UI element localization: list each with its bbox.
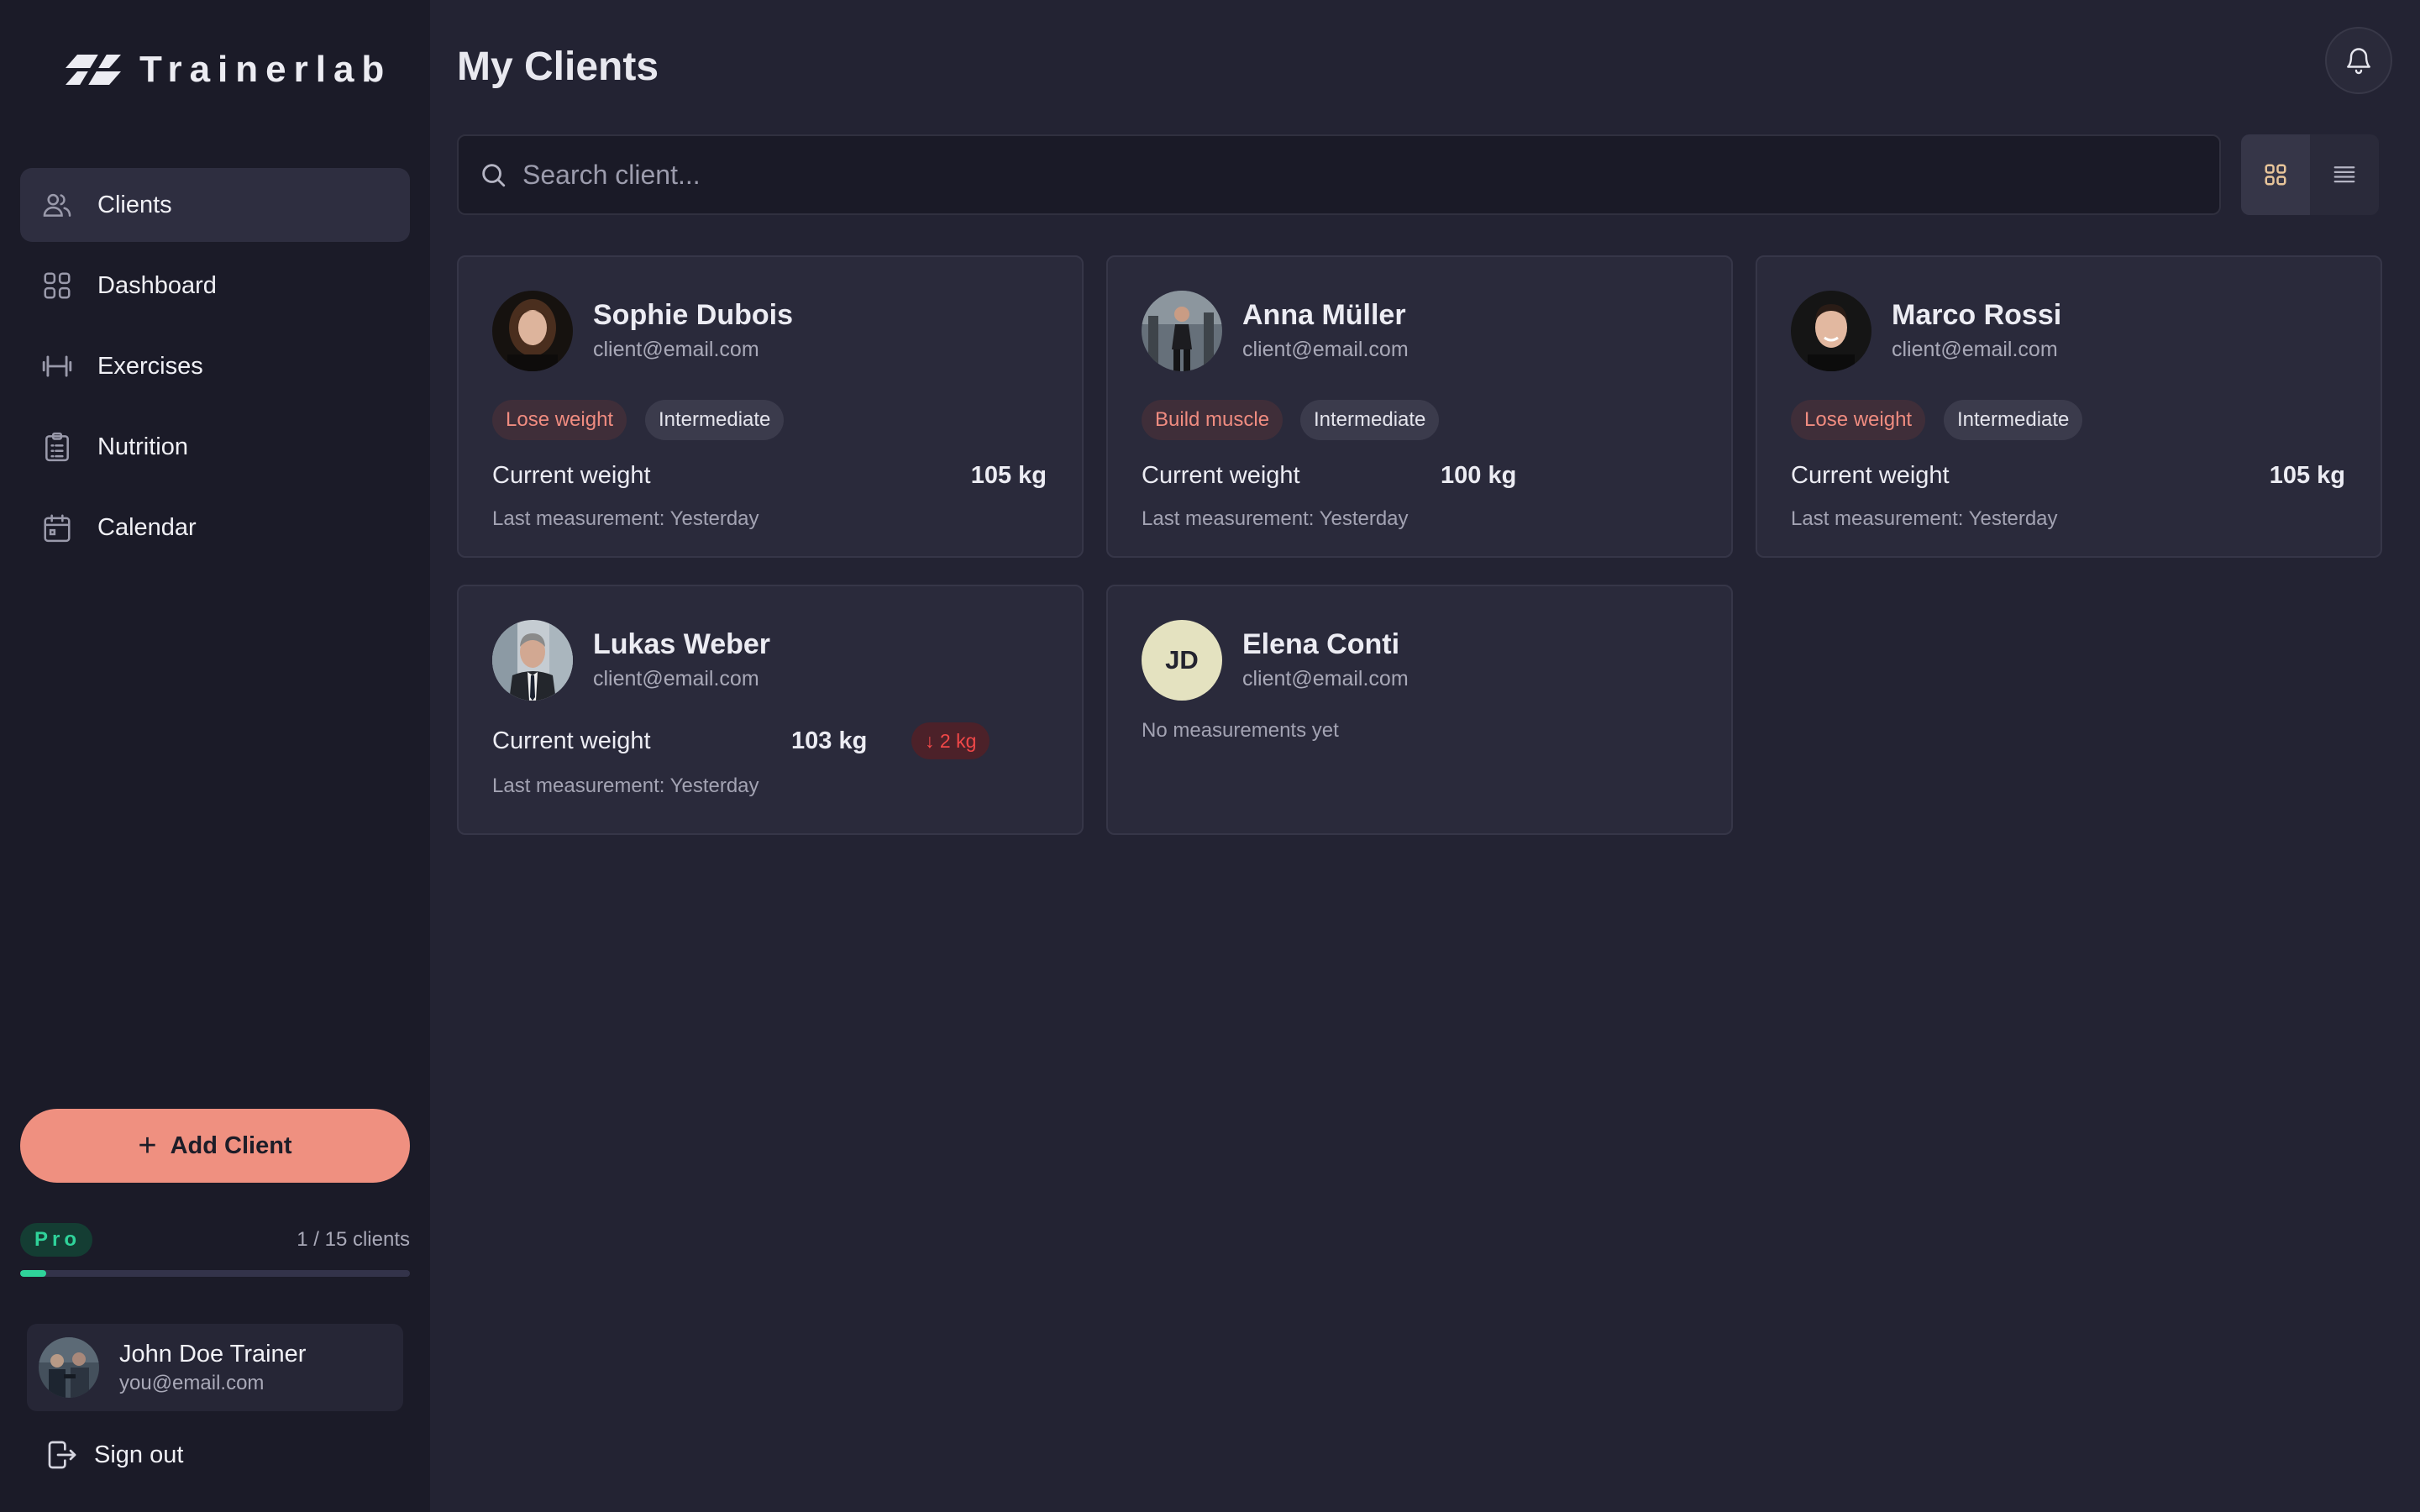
goal-tag: Build muscle (1142, 400, 1283, 440)
client-email: client@email.com (1242, 338, 1409, 361)
goal-tag: Lose weight (1791, 400, 1926, 440)
add-client-label: Add Client (170, 1131, 292, 1159)
avatar (1142, 291, 1222, 371)
last-measurement: Last measurement: Yesterday (1791, 507, 2058, 530)
search-input[interactable] (521, 158, 2187, 192)
sidebar-item-exercises[interactable]: Exercises (20, 329, 410, 403)
plan-progress-fill (20, 1270, 46, 1277)
client-name: Lukas Weber (593, 628, 771, 660)
weight-value: 105 kg (2269, 462, 2345, 489)
client-email: client@email.com (593, 338, 759, 361)
page-title: My Clients (457, 45, 659, 89)
sign-out-icon (48, 1441, 76, 1469)
grid-view-icon (2265, 164, 2286, 186)
plan-progress-bar (20, 1270, 410, 1277)
last-measurement: Last measurement: Yesterday (1142, 507, 1409, 530)
weight-value: 103 kg (791, 727, 868, 754)
list-view-button[interactable] (2310, 134, 2379, 215)
client-card[interactable]: Lukas Weber client@email.com Current wei… (457, 585, 1084, 835)
weight-value: 105 kg (970, 462, 1047, 489)
no-measurements: No measurements yet (1142, 719, 1339, 742)
sign-out-label: Sign out (94, 1441, 184, 1468)
client-email: client@email.com (1892, 338, 2058, 361)
user-email: you@email.com (119, 1371, 265, 1394)
weight-label: Current weight (492, 727, 651, 754)
client-name: Marco Rossi (1892, 299, 2062, 331)
dumbbell-icon (40, 349, 74, 383)
logo-icon (66, 53, 121, 87)
weight-label: Current weight (1142, 462, 1300, 489)
sidebar-item-label: Exercises (97, 352, 203, 380)
bell-icon (2347, 48, 2370, 75)
avatar (39, 1337, 99, 1398)
client-card[interactable]: Marco Rossi client@email.com Lose weight… (1756, 255, 2382, 558)
level-tag: Intermediate (645, 400, 785, 440)
level-tag: Intermediate (1944, 400, 2083, 440)
client-email: client@email.com (1242, 667, 1409, 690)
client-email: client@email.com (593, 667, 759, 690)
brand-name: Trainerlab (139, 49, 392, 90)
weight-value: 100 kg (1441, 462, 1517, 489)
add-client-button[interactable]: + Add Client (20, 1109, 410, 1183)
avatar: JD (1142, 620, 1222, 701)
client-name: Sophie Dubois (593, 299, 793, 331)
sidebar-nav: Clients Dashboard Exercises Nutrition Ca… (20, 168, 410, 571)
avatar (492, 291, 573, 371)
client-card[interactable]: Sophie Dubois client@email.com Lose weig… (457, 255, 1084, 558)
search-bar[interactable] (457, 134, 2221, 215)
sign-out-button[interactable]: Sign out (45, 1438, 183, 1472)
sidebar-item-label: Nutrition (97, 433, 188, 460)
brand-logo[interactable]: Trainerlab (66, 49, 391, 91)
search-icon (482, 164, 506, 187)
client-name: Elena Conti (1242, 628, 1400, 660)
last-measurement: Last measurement: Yesterday (492, 774, 759, 797)
sidebar: Trainerlab Clients Dashboard Exercises N… (0, 0, 430, 1512)
users-icon (40, 188, 74, 222)
notifications-button[interactable] (2325, 27, 2392, 94)
avatar (492, 620, 573, 701)
pro-badge: Pro (20, 1223, 93, 1257)
avatar (1791, 291, 1871, 371)
sidebar-item-nutrition[interactable]: Nutrition (20, 410, 410, 484)
sidebar-item-label: Calendar (97, 513, 197, 541)
clipboard-icon (40, 430, 74, 464)
last-measurement: Last measurement: Yesterday (492, 507, 759, 530)
client-card[interactable]: JD Elena Conti client@email.com No measu… (1106, 585, 1733, 835)
weight-label: Current weight (492, 462, 651, 489)
view-toggle (2241, 134, 2379, 215)
sidebar-item-label: Dashboard (97, 271, 217, 299)
sidebar-item-calendar[interactable]: Calendar (20, 491, 410, 564)
client-count: 1 / 15 clients (297, 1228, 410, 1251)
user-profile[interactable]: John Doe Trainer you@email.com (27, 1324, 403, 1411)
user-info: John Doe Trainer you@email.com (119, 1341, 306, 1395)
grid-view-button[interactable] (2241, 134, 2310, 215)
calendar-icon (40, 511, 74, 544)
weight-change-badge: ↓ 2 kg (911, 722, 990, 759)
sidebar-item-clients[interactable]: Clients (20, 168, 410, 242)
goal-tag: Lose weight (492, 400, 627, 440)
level-tag: Intermediate (1300, 400, 1440, 440)
weight-label: Current weight (1791, 462, 1950, 489)
grid-icon (40, 269, 74, 302)
client-name: Anna Müller (1242, 299, 1406, 331)
sidebar-item-label: Clients (97, 191, 172, 218)
sidebar-item-dashboard[interactable]: Dashboard (20, 249, 410, 323)
client-card[interactable]: Anna Müller client@email.com Build muscl… (1106, 255, 1733, 558)
plus-icon: + (138, 1128, 157, 1163)
list-view-icon (2333, 166, 2355, 183)
plan-usage: Pro 1 / 15 clients (20, 1223, 410, 1257)
user-name: John Doe Trainer (119, 1340, 307, 1368)
